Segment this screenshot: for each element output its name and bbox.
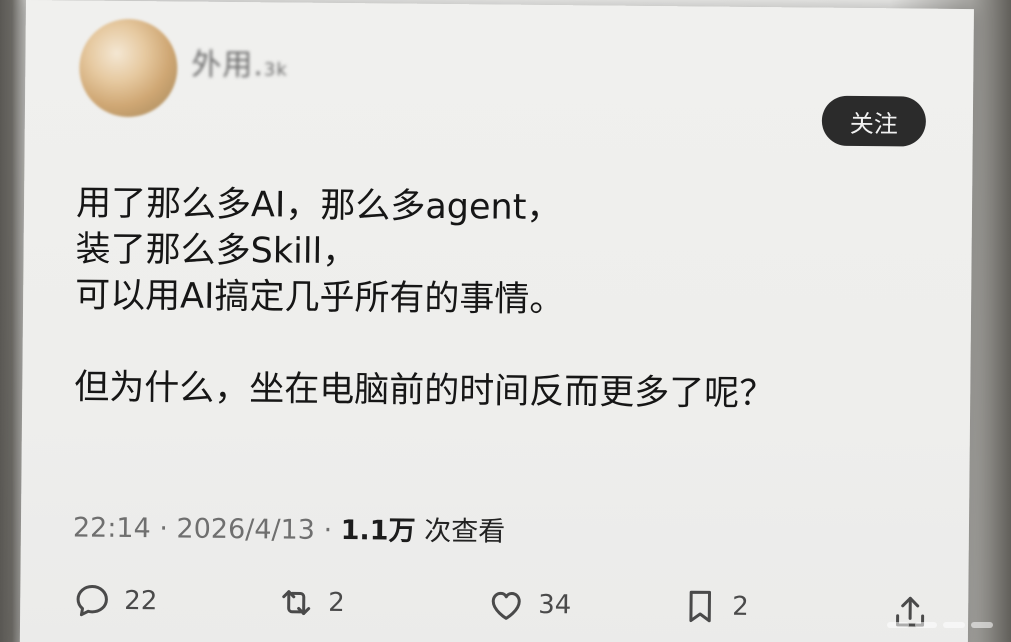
repost-arrows-icon bbox=[282, 590, 311, 616]
bookmark-icon bbox=[689, 590, 712, 623]
reply-count: 22 bbox=[124, 585, 158, 617]
photo-of-screen: 外用.3k 关注 用了那么多AI，那么多agent， 装了那么多Skill， 可… bbox=[0, 0, 1011, 642]
post-text: 用了那么多AI，那么多agent， 装了那么多Skill， 可以用AI搞定几乎所… bbox=[74, 183, 775, 415]
reply-button[interactable]: 22 bbox=[72, 580, 157, 621]
repost-button[interactable]: 2 bbox=[276, 582, 345, 623]
bookmark-button[interactable]: 2 bbox=[680, 586, 749, 627]
post-card: 外用.3k 关注 用了那么多AI，那么多agent， 装了那么多Skill， 可… bbox=[19, 0, 974, 642]
views-label: 次查看 bbox=[424, 515, 506, 548]
like-button[interactable]: 34 bbox=[486, 584, 571, 625]
action-bar: 22 2 34 2 bbox=[72, 580, 952, 636]
meta-separator: · bbox=[323, 514, 341, 547]
meta-separator: · bbox=[159, 513, 177, 545]
bookmark-count: 2 bbox=[732, 591, 749, 622]
views-count: 1.1万 bbox=[340, 515, 416, 547]
follow-button[interactable]: 关注 bbox=[821, 95, 927, 147]
heart-icon bbox=[491, 591, 521, 620]
watermark bbox=[887, 622, 993, 628]
avatar[interactable] bbox=[78, 18, 178, 118]
like-count: 34 bbox=[538, 589, 572, 621]
post-time[interactable]: 22:14 bbox=[73, 512, 151, 544]
author-name[interactable]: 外用.3k bbox=[191, 40, 288, 85]
post-meta: 22:14 · 2026/4/13 · 1.1万 次查看 bbox=[73, 505, 506, 548]
author-display-name: 外用. bbox=[191, 47, 265, 84]
post-date[interactable]: 2026/4/13 bbox=[176, 513, 315, 545]
reply-bubble-icon bbox=[76, 584, 108, 617]
repost-count: 2 bbox=[328, 587, 345, 619]
